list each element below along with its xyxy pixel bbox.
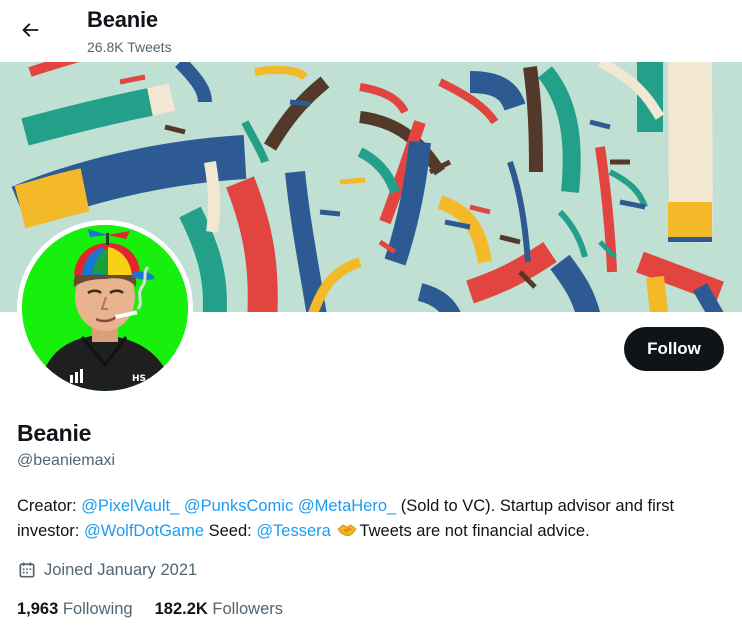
svg-text:HS: HS <box>132 374 146 384</box>
profile-stats: 1,963 Following 182.2K Followers <box>17 599 305 619</box>
header-title: Beanie <box>87 7 158 32</box>
mention-link[interactable]: @PunksComic <box>184 497 293 515</box>
bio-text: Tweets are not financial advice. <box>359 522 590 540</box>
followers-link[interactable]: 182.2K Followers <box>155 599 283 619</box>
bio-text: Seed: <box>204 522 257 540</box>
follow-button[interactable]: Follow <box>624 327 724 371</box>
followers-count: 182.2K <box>154 600 208 618</box>
tweet-count: 26.8K Tweets <box>87 39 172 55</box>
arrow-left-icon <box>22 23 39 37</box>
joined-date: Joined January 2021 <box>17 560 197 580</box>
avatar-image: HS <box>22 225 188 391</box>
following-count: 1,963 <box>17 600 59 618</box>
mention-link[interactable]: @WolfDotGame <box>84 522 204 540</box>
joined-text: Joined January 2021 <box>44 561 198 579</box>
following-link[interactable]: 1,963 Following <box>17 599 133 619</box>
following-label: Following <box>62 600 133 618</box>
display-name: Beanie <box>17 420 92 446</box>
profile-handle: @beaniemaxi <box>17 452 116 469</box>
handshake-icon <box>337 524 357 537</box>
followers-label: Followers <box>212 600 284 618</box>
calendar-icon <box>19 562 35 578</box>
back-button[interactable] <box>12 12 48 48</box>
profile-header: Beanie 26.8K Tweets <box>0 0 742 62</box>
mention-link[interactable]: @MetaHero_ <box>298 497 396 515</box>
profile-avatar[interactable]: HS <box>17 220 193 396</box>
mention-link[interactable]: @PixelVault_ <box>81 497 179 515</box>
mention-link[interactable]: @Tessera <box>256 522 331 540</box>
profile-bio: Creator: @PixelVault_ @PunksComic @MetaH… <box>17 494 729 544</box>
bio-text: Creator: <box>17 497 82 515</box>
